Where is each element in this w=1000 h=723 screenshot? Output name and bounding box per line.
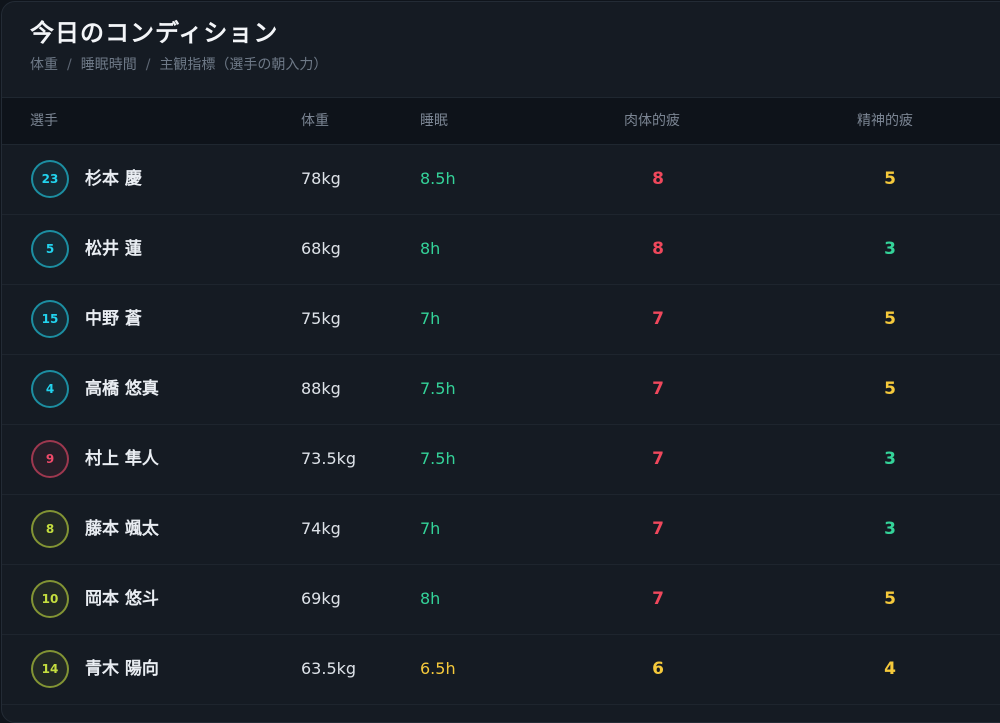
table-row[interactable]: 4 高橋 悠真 88kg 7.5h 7 5	[2, 354, 1000, 425]
mental-fatigue-value: 4	[884, 659, 896, 679]
mental-fatigue-value: 5	[884, 379, 896, 399]
breadcrumb-separator: /	[67, 57, 72, 73]
sleep-value: 7.5h	[420, 449, 456, 468]
sleep-value: 8h	[420, 589, 441, 608]
physical-fatigue-value: 7	[652, 379, 664, 399]
jersey-number-badge: 5	[31, 230, 69, 268]
table-row[interactable]: 5 松井 蓮 68kg 8h 8 3	[2, 214, 1000, 285]
table-row[interactable]: 23 杉本 慶 78kg 8.5h 8 5	[2, 144, 1000, 215]
jersey-number-badge: 15	[31, 300, 69, 338]
jersey-number-badge: 8	[31, 510, 69, 548]
table-header: 選手 体重 睡眠 肉体的疲 精神的疲	[2, 97, 1000, 145]
player-name: 松井 蓮	[85, 239, 142, 259]
weight-value: 75kg	[301, 309, 341, 328]
sleep-value: 8.5h	[420, 169, 456, 188]
table-row[interactable]: 9 村上 隼人 73.5kg 7.5h 7 3	[2, 424, 1000, 495]
breadcrumb-separator: /	[145, 57, 151, 73]
weight-value: 74kg	[301, 519, 341, 538]
sleep-value: 7h	[420, 519, 441, 538]
table-row[interactable]: 14 青木 陽向 63.5kg 6.5h 6 4	[2, 634, 1000, 705]
jersey-number-badge: 23	[31, 160, 69, 198]
player-name: 岡本 悠斗	[85, 589, 159, 609]
mental-fatigue-value: 5	[884, 309, 896, 329]
player-name: 村上 隼人	[85, 449, 159, 469]
weight-value: 73.5kg	[301, 449, 357, 468]
breadcrumb-item-weight: 体重	[30, 57, 58, 73]
sleep-value: 6.5h	[420, 659, 456, 678]
physical-fatigue-value: 7	[652, 449, 664, 469]
physical-fatigue-value: 7	[652, 519, 664, 539]
mental-fatigue-value: 3	[884, 519, 896, 539]
breadcrumb: 体重 / 睡眠時間 / 主観指標（選手の朝入力）	[30, 56, 327, 74]
panel-header: 今日のコンディション 体重 / 睡眠時間 / 主観指標（選手の朝入力）	[30, 18, 327, 74]
player-name: 高橋 悠真	[85, 379, 159, 399]
mental-fatigue-value: 5	[884, 589, 896, 609]
table-row[interactable]: 8 藤本 颯太 74kg 7h 7 3	[2, 494, 1000, 565]
mental-fatigue-value: 3	[884, 239, 896, 259]
player-name: 青木 陽向	[85, 659, 159, 679]
condition-panel: 今日のコンディション 体重 / 睡眠時間 / 主観指標（選手の朝入力） 選手 体重 睡眠…	[1, 1, 1000, 723]
breadcrumb-item-subjective: 主観指標（選手の朝入力）	[159, 57, 328, 73]
sleep-value: 8h	[420, 239, 441, 258]
mental-fatigue-value: 3	[884, 449, 896, 469]
player-name: 杉本 慶	[85, 169, 142, 189]
jersey-number-badge: 10	[31, 580, 69, 618]
column-header-sleep[interactable]: 睡眠	[420, 98, 448, 144]
sleep-value: 7h	[420, 309, 441, 328]
sleep-value: 7.5h	[420, 379, 456, 398]
player-name: 藤本 颯太	[85, 519, 159, 539]
jersey-number-badge: 14	[31, 650, 69, 688]
physical-fatigue-value: 8	[652, 169, 664, 189]
mental-fatigue-value: 5	[884, 169, 896, 189]
weight-value: 63.5kg	[301, 659, 357, 678]
column-header-weight[interactable]: 体重	[301, 98, 329, 144]
weight-value: 69kg	[301, 589, 341, 608]
table-row[interactable]: 15 中野 蒼 75kg 7h 7 5	[2, 284, 1000, 355]
breadcrumb-item-sleep: 睡眠時間	[80, 57, 137, 73]
physical-fatigue-value: 8	[652, 239, 664, 259]
physical-fatigue-value: 6	[652, 659, 664, 679]
weight-value: 78kg	[301, 169, 341, 188]
jersey-number-badge: 9	[31, 440, 69, 478]
jersey-number-badge: 4	[31, 370, 69, 408]
player-name: 中野 蒼	[85, 309, 142, 329]
table-row[interactable]: 10 岡本 悠斗 69kg 8h 7 5	[2, 564, 1000, 635]
page-title: 今日のコンディション	[30, 19, 279, 47]
weight-value: 88kg	[301, 379, 341, 398]
column-header-player[interactable]: 選手	[30, 98, 58, 144]
column-header-mental-fatigue[interactable]: 精神的疲	[857, 98, 913, 144]
column-header-physical-fatigue[interactable]: 肉体的疲	[624, 98, 680, 144]
physical-fatigue-value: 7	[652, 589, 664, 609]
physical-fatigue-value: 7	[652, 309, 664, 329]
weight-value: 68kg	[301, 239, 341, 258]
